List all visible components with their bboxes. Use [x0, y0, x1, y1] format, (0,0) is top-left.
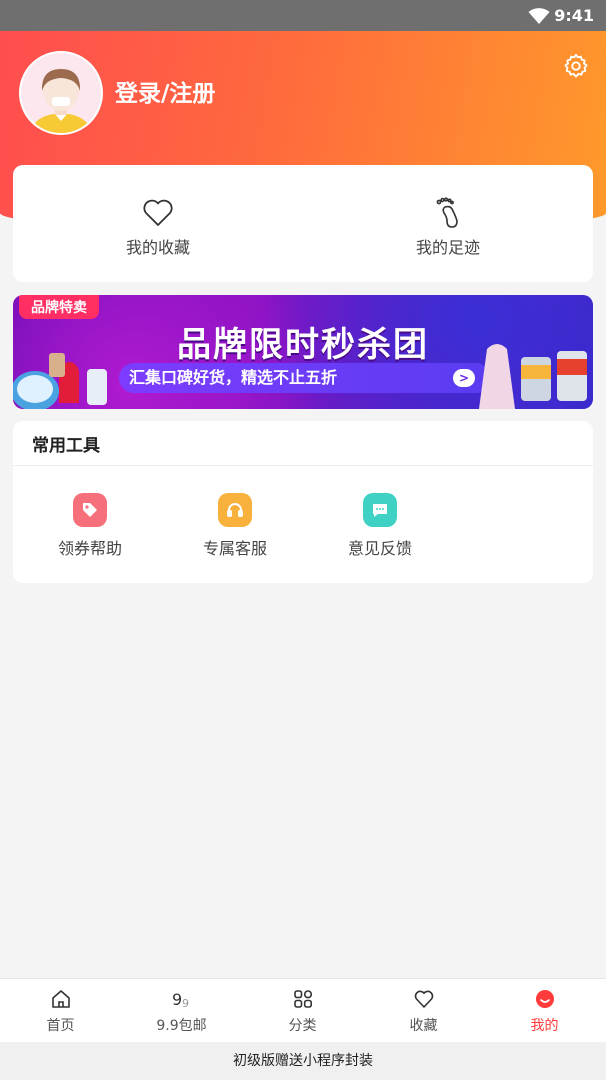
feedback-button[interactable]: 意见反馈: [325, 493, 435, 559]
my-favorites-button[interactable]: 我的收藏: [13, 165, 303, 282]
feedback-label: 意见反馈: [347, 539, 412, 558]
tab-home-label: 首页: [46, 1018, 75, 1034]
tab-mine-label: 我的: [530, 1018, 559, 1034]
quick-links-card: 我的收藏 我的足迹: [13, 165, 593, 282]
heart-icon: [143, 199, 173, 226]
coupon-tag-icon: [73, 493, 107, 527]
status-time: 9:41: [554, 6, 594, 25]
bottom-tab-bar: 首页 9 9 9.9包邮 分类 收藏 我的: [0, 978, 606, 1042]
banner-products-right: [479, 344, 587, 409]
footer-note: 初级版赠送小程序封装: [0, 1042, 606, 1080]
tab-category-label: 分类: [288, 1018, 317, 1034]
tab-free-shipping[interactable]: 9 9 9.9包邮: [121, 979, 242, 1043]
divider: [13, 465, 593, 466]
footprint-icon: [436, 197, 458, 228]
svg-text:9: 9: [182, 997, 189, 1010]
chat-bubble-icon: [363, 493, 397, 527]
nine-nine-icon: 9 9: [172, 990, 189, 1010]
tab-home[interactable]: 首页: [0, 979, 121, 1043]
banner-subtitle-pill[interactable]: 汇集口碑好货，精选不止五折 >: [119, 363, 491, 393]
avatar-illustration: [21, 53, 101, 133]
brand-sale-tag: 品牌特卖: [19, 295, 99, 319]
avatar[interactable]: [19, 51, 103, 135]
tab-favorites-label: 收藏: [409, 1018, 438, 1034]
banner-subtitle: 汇集口碑好货，精选不止五折: [129, 368, 338, 387]
coupon-help-button[interactable]: 领券帮助: [35, 493, 145, 559]
tab-category[interactable]: 分类: [242, 979, 363, 1043]
my-favorites-label: 我的收藏: [125, 238, 190, 257]
my-footprints-button[interactable]: 我的足迹: [303, 165, 593, 282]
gear-icon[interactable]: [562, 52, 590, 80]
common-tools-title: 常用工具: [32, 436, 100, 456]
home-icon: [51, 990, 70, 1008]
wifi-icon: [528, 8, 550, 24]
customer-service-button[interactable]: 专属客服: [180, 493, 290, 559]
login-register-link[interactable]: 登录/注册: [115, 74, 215, 108]
heart-icon: [414, 990, 433, 1008]
profile-face-icon: [535, 990, 554, 1008]
common-tools-card: 常用工具 领券帮助 专属客服 意见反馈: [13, 421, 593, 583]
headset-icon: [218, 493, 252, 527]
tab-free-shipping-label: 9.9包邮: [156, 1018, 207, 1034]
category-grid-icon: [293, 990, 312, 1008]
tab-favorites[interactable]: 收藏: [363, 979, 484, 1043]
svg-text:9: 9: [172, 990, 182, 1009]
brand-sale-banner[interactable]: 品牌特卖 品牌限时秒杀团 汇集口碑好货，精选不止五折 >: [13, 295, 593, 409]
arrow-right-icon: >: [453, 369, 475, 387]
status-bar: 9:41: [0, 0, 606, 31]
coupon-help-label: 领券帮助: [57, 539, 122, 558]
customer-service-label: 专属客服: [202, 539, 267, 558]
my-footprints-label: 我的足迹: [415, 238, 480, 257]
tab-mine[interactable]: 我的: [484, 979, 605, 1043]
